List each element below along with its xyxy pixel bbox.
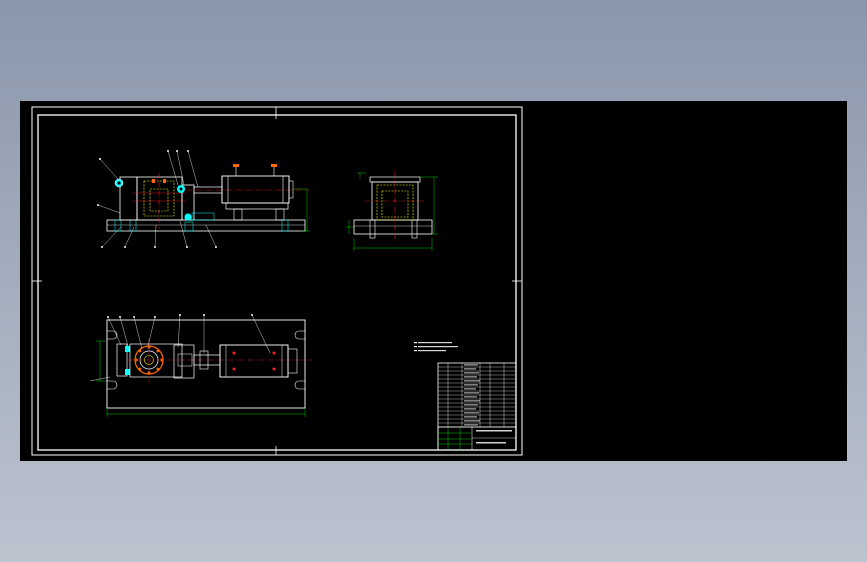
front-view [96, 150, 310, 248]
assembly-drawing [31, 106, 523, 456]
sheet-outer-border [31, 106, 523, 456]
bom-row-text-stroke [464, 396, 477, 398]
front-base-plate [106, 219, 306, 232]
top-clamp-block [173, 344, 195, 379]
top-cylinder [219, 344, 289, 378]
bom-row-text-stroke [464, 372, 479, 374]
top-base-plate [106, 319, 306, 409]
bom-row-text-stroke [464, 364, 478, 366]
technical-notes [414, 342, 458, 352]
bom-row-text-stroke [464, 392, 479, 394]
title-block [437, 362, 517, 451]
bom-row-text-stroke [464, 400, 480, 402]
centering-marks [32, 107, 522, 455]
bom-row-text-stroke [464, 368, 476, 370]
bom-row-text-stroke [464, 388, 476, 390]
bom-row-text-stroke [464, 404, 478, 406]
cad-viewport[interactable] [20, 101, 847, 461]
side-base-plate [353, 219, 433, 235]
top-view [89, 313, 312, 417]
bom-row-text-stroke [464, 380, 480, 382]
bom-row-text-stroke [464, 384, 478, 386]
side-view [346, 171, 438, 251]
bom-row-text-stroke [464, 412, 479, 414]
bom-row-text-stroke [464, 416, 477, 418]
bom-row-text-stroke [464, 420, 480, 422]
front-cylinder [221, 175, 290, 204]
bom-row-text-stroke [464, 408, 476, 410]
bom-row-text-stroke [464, 424, 478, 426]
bom-row-text-stroke [464, 376, 477, 378]
front-cylinder-mount [225, 202, 289, 210]
